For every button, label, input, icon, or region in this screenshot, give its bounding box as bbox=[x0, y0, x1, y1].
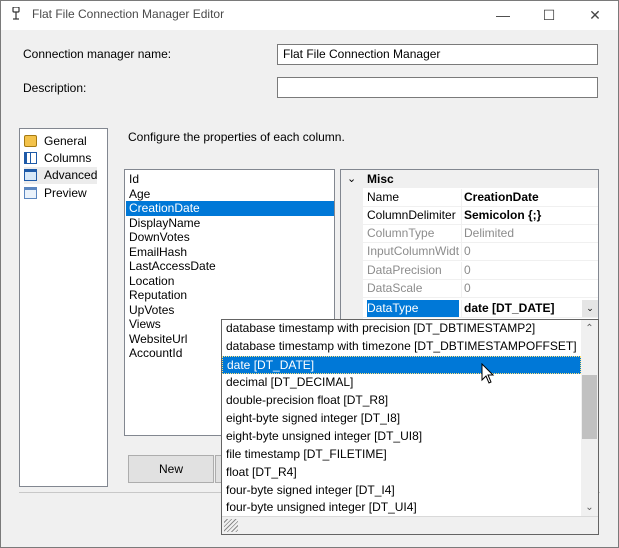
dropdown-option[interactable]: four-byte unsigned integer [DT_UI4] bbox=[222, 499, 581, 517]
description-input[interactable] bbox=[277, 77, 598, 98]
property-value: Delimited bbox=[464, 226, 515, 240]
category-row[interactable]: ⌄ Misc bbox=[341, 170, 598, 188]
dropdown-option[interactable]: database timestamp with precision [DT_DB… bbox=[222, 320, 581, 338]
dropdown-option[interactable]: database timestamp with timezone [DT_DBT… bbox=[222, 338, 581, 356]
property-row-name[interactable]: Name CreationDate bbox=[363, 189, 598, 207]
list-item[interactable]: Views bbox=[128, 317, 161, 332]
list-item[interactable]: EmailHash bbox=[128, 245, 187, 260]
list-item[interactable]: LastAccessDate bbox=[128, 259, 216, 274]
property-value: 0 bbox=[464, 281, 471, 295]
dropdown-option[interactable]: eight-byte signed integer [DT_I8] bbox=[222, 410, 581, 428]
list-item[interactable]: DownVotes bbox=[128, 230, 190, 245]
dropdown-option-selected[interactable]: date [DT_DATE] bbox=[222, 356, 581, 374]
name-label: Connection manager name: bbox=[23, 47, 172, 61]
property-value[interactable]: CreationDate bbox=[464, 189, 594, 206]
chevron-down-icon[interactable]: ⌄ bbox=[582, 300, 598, 317]
property-name: ColumnDelimiter bbox=[367, 208, 456, 222]
mouse-cursor-icon bbox=[481, 362, 495, 385]
advanced-icon bbox=[24, 169, 37, 181]
dropdown-option[interactable]: file timestamp [DT_FILETIME] bbox=[222, 446, 581, 464]
nav-item-preview[interactable]: Preview bbox=[24, 185, 87, 202]
connection-name-input[interactable]: Flat File Connection Manager bbox=[277, 44, 598, 65]
property-value: 0 bbox=[464, 263, 471, 277]
property-value: 0 bbox=[464, 244, 471, 258]
preview-icon bbox=[24, 187, 37, 199]
description-label: Description: bbox=[23, 81, 87, 95]
list-item[interactable]: WebsiteUrl bbox=[128, 332, 187, 347]
close-button[interactable]: ✕ bbox=[572, 1, 618, 30]
property-name: InputColumnWidth bbox=[367, 244, 459, 258]
property-row-column-type[interactable]: ColumnType Delimited bbox=[363, 225, 598, 243]
dropdown-option[interactable]: decimal [DT_DECIMAL] bbox=[222, 374, 581, 392]
list-item[interactable]: Location bbox=[128, 274, 174, 289]
instruction-text: Configure the properties of each column. bbox=[128, 130, 345, 144]
nav-item-label: Advanced bbox=[44, 168, 98, 182]
property-value[interactable]: Semicolon {;} bbox=[464, 207, 594, 224]
property-row-data-type[interactable]: DataType date [DT_DATE] ⌄ bbox=[363, 300, 598, 318]
property-row-data-precision[interactable]: DataPrecision 0 bbox=[363, 262, 598, 280]
nav-item-label: Preview bbox=[44, 186, 87, 200]
list-item[interactable]: Reputation bbox=[128, 288, 187, 303]
property-name: Name bbox=[367, 190, 400, 204]
dropdown-option[interactable]: four-byte signed integer [DT_I4] bbox=[222, 482, 581, 500]
dropdown-resize-bar[interactable] bbox=[222, 516, 598, 534]
list-item[interactable]: Id bbox=[128, 172, 139, 187]
property-value[interactable]: date [DT_DATE] bbox=[464, 300, 594, 317]
scrollbar-thumb[interactable] bbox=[582, 375, 597, 439]
property-name: DataScale bbox=[367, 281, 423, 295]
dropdown-scrollbar[interactable]: ⌃ ⌄ bbox=[581, 320, 598, 516]
general-icon bbox=[24, 135, 37, 147]
data-type-dropdown-list[interactable]: database timestamp with precision [DT_DB… bbox=[221, 319, 599, 535]
list-item[interactable]: Age bbox=[128, 187, 150, 202]
property-name: DataType bbox=[367, 300, 459, 317]
connection-manager-icon bbox=[10, 6, 22, 21]
property-name: ColumnType bbox=[367, 226, 435, 240]
dropdown-option[interactable]: eight-byte unsigned integer [DT_UI8] bbox=[222, 428, 581, 446]
property-row-data-scale[interactable]: DataScale 0 bbox=[363, 280, 598, 298]
property-row-input-column-width[interactable]: InputColumnWidth 0 bbox=[363, 243, 598, 261]
nav-item-general[interactable]: General bbox=[24, 133, 87, 150]
minimize-button[interactable]: — bbox=[480, 1, 526, 30]
list-item[interactable]: UpVotes bbox=[128, 303, 174, 318]
list-item-selected[interactable]: CreationDate bbox=[126, 201, 334, 216]
property-row-column-delimiter[interactable]: ColumnDelimiter Semicolon {;} bbox=[363, 207, 598, 225]
collapse-icon[interactable]: ⌄ bbox=[347, 171, 356, 187]
scroll-up-icon[interactable]: ⌃ bbox=[581, 320, 598, 337]
dropdown-option[interactable]: float [DT_R4] bbox=[222, 464, 581, 482]
window-title: Flat File Connection Manager Editor bbox=[32, 7, 225, 21]
list-item[interactable]: DisplayName bbox=[128, 216, 200, 231]
columns-icon bbox=[24, 152, 37, 164]
category-label: Misc bbox=[367, 172, 394, 186]
scroll-down-icon[interactable]: ⌄ bbox=[581, 499, 598, 516]
list-item[interactable]: AccountId bbox=[128, 346, 182, 361]
nav-item-label: General bbox=[44, 134, 87, 148]
property-name: DataPrecision bbox=[367, 263, 442, 277]
dropdown-option[interactable]: double-precision float [DT_R8] bbox=[222, 392, 581, 410]
resize-grip-icon[interactable] bbox=[224, 519, 238, 532]
nav-item-columns[interactable]: Columns bbox=[24, 150, 91, 167]
new-button[interactable]: New bbox=[128, 455, 214, 483]
nav-item-label: Columns bbox=[44, 151, 92, 165]
maximize-button[interactable]: ☐ bbox=[526, 1, 572, 30]
nav-item-advanced[interactable]: Advanced bbox=[24, 167, 98, 184]
page-nav: General Columns Advanced Preview bbox=[19, 128, 108, 487]
